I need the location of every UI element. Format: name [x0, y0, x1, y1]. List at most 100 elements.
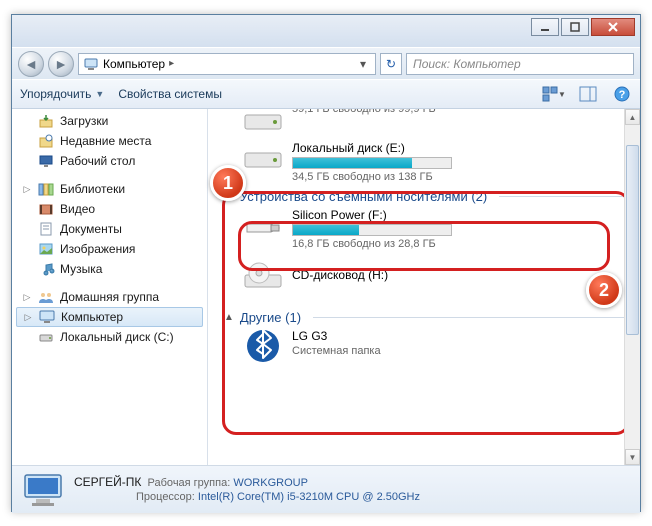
drive-item-cd[interactable]: CD-дисковод (H:) — [208, 258, 640, 296]
sidebar-item-pictures[interactable]: Изображения — [12, 239, 207, 259]
video-icon — [38, 201, 54, 217]
documents-icon — [38, 221, 54, 237]
scroll-thumb[interactable] — [626, 145, 639, 335]
drive-name: CD-дисковод (H:) — [292, 268, 388, 282]
sidebar-item-video[interactable]: Видео — [12, 199, 207, 219]
drive-icon — [242, 109, 284, 137]
sidebar-label: Музыка — [60, 262, 102, 276]
sidebar-item-local-c[interactable]: Локальный диск (C:) — [12, 327, 207, 347]
scroll-down-button[interactable]: ▼ — [625, 449, 640, 465]
device-item-lg[interactable]: LG G3 Системная папка — [208, 327, 640, 365]
chevron-down-icon: ▼ — [95, 89, 104, 99]
sidebar-item-computer[interactable]: ▷ Компьютер — [16, 307, 203, 327]
sidebar-item-homegroup[interactable]: ▷ Домашняя группа — [12, 287, 207, 307]
expand-icon[interactable]: ▷ — [23, 312, 33, 323]
desktop-icon — [38, 153, 54, 169]
drive-item-partial[interactable]: 59,1 ГБ свободно из 99,9 ГБ — [208, 109, 640, 139]
cd-drive-icon — [242, 260, 284, 294]
maximize-button[interactable] — [561, 18, 589, 36]
organize-button[interactable]: Упорядочить▼ — [20, 87, 104, 101]
group-removable[interactable]: ▲ Устройства со съемными носителями (2) — [208, 185, 640, 206]
sidebar-label: Документы — [60, 222, 122, 236]
recent-icon — [38, 133, 54, 149]
homegroup-icon — [38, 289, 54, 305]
drive-icon — [242, 141, 284, 175]
bluetooth-icon — [242, 329, 284, 363]
address-text: Компьютер — [103, 57, 165, 71]
minimize-button[interactable] — [531, 18, 559, 36]
breadcrumb-arrow-icon[interactable]: ▸ — [169, 58, 174, 69]
forward-button[interactable]: ► — [48, 51, 74, 77]
device-sub: Системная папка — [292, 345, 381, 357]
system-properties-button[interactable]: Свойства системы — [118, 87, 222, 101]
scroll-up-button[interactable]: ▲ — [625, 109, 640, 125]
sidebar-label: Домашняя группа — [60, 290, 159, 304]
sidebar-item-downloads[interactable]: Загрузки — [12, 111, 207, 131]
workgroup-value: WORKGROUP — [233, 477, 308, 489]
nav-row: ◄ ► Компьютер ▸ ▾ ↻ Поиск: Компьютер — [12, 47, 640, 79]
pictures-icon — [38, 241, 54, 257]
titlebar — [12, 15, 640, 47]
device-name: LG G3 — [292, 329, 381, 343]
expand-icon[interactable]: ▷ — [22, 292, 32, 303]
sidebar-item-documents[interactable]: Документы — [12, 219, 207, 239]
group-line — [499, 196, 640, 197]
sidebar-label: Локальный диск (C:) — [60, 330, 174, 344]
computer-icon — [39, 309, 55, 325]
computer-large-icon — [22, 471, 64, 509]
help-button[interactable]: ? — [612, 84, 632, 104]
preview-pane-button[interactable] — [578, 84, 598, 104]
drive-name: Локальный диск (E:) — [292, 141, 452, 155]
group-title: Другие (1) — [240, 310, 301, 325]
cpu-value: Intel(R) Core(TM) i5-3210M CPU @ 2.50GHz — [198, 491, 420, 503]
toolbar: Упорядочить▼ Свойства системы ▼ ? — [12, 79, 640, 109]
computer-icon — [83, 56, 99, 72]
drive-item-e[interactable]: Локальный диск (E:) 34,5 ГБ свободно из … — [208, 139, 640, 185]
group-other[interactable]: ▲ Другие (1) — [208, 306, 640, 327]
cpu-label: Процессор: — [136, 491, 195, 503]
navigation-pane: Загрузки Недавние места Рабочий стол ▷ Би… — [12, 109, 208, 465]
sidebar-label: Недавние места — [60, 134, 151, 148]
status-text: СЕРГЕЙ-ПК Рабочая группа: WORKGROUP Проц… — [74, 475, 420, 505]
scroll-track[interactable] — [625, 125, 640, 449]
explorer-window: ◄ ► Компьютер ▸ ▾ ↻ Поиск: Компьютер Упо… — [11, 14, 641, 512]
sidebar-label: Загрузки — [60, 114, 108, 128]
refresh-button[interactable]: ↻ — [380, 53, 402, 75]
drive-free-text: 59,1 ГБ свободно из 99,9 ГБ — [292, 109, 436, 115]
group-title: Устройства со съемными носителями (2) — [240, 189, 487, 204]
sidebar-item-desktop[interactable]: Рабочий стол — [12, 151, 207, 171]
drive-name: Silicon Power (F:) — [292, 208, 452, 222]
workgroup-label: Рабочая группа: — [148, 477, 231, 489]
sidebar-label: Рабочий стол — [60, 154, 135, 168]
back-button[interactable]: ◄ — [18, 51, 44, 77]
sidebar-label: Библиотеки — [60, 182, 125, 196]
drive-free-text: 34,5 ГБ свободно из 138 ГБ — [292, 171, 452, 183]
sidebar-label: Изображения — [60, 242, 135, 256]
annotation-badge-1: 1 — [210, 165, 246, 201]
search-input[interactable]: Поиск: Компьютер — [406, 53, 634, 75]
capacity-bar — [292, 224, 452, 236]
sidebar-item-recent[interactable]: Недавние места — [12, 131, 207, 151]
sidebar-item-music[interactable]: Музыка — [12, 259, 207, 279]
svg-text:?: ? — [619, 89, 626, 101]
group-line — [313, 317, 640, 318]
address-dropdown-icon[interactable]: ▾ — [355, 57, 371, 71]
sidebar-item-libraries[interactable]: ▷ Библиотеки — [12, 179, 207, 199]
view-change-button[interactable]: ▼ — [544, 84, 564, 104]
drive-item-f[interactable]: Silicon Power (F:) 16,8 ГБ свободно из 2… — [208, 206, 640, 252]
pc-name: СЕРГЕЙ-ПК — [74, 475, 141, 489]
expand-icon[interactable]: ▷ — [22, 184, 32, 195]
vertical-scrollbar[interactable]: ▲ ▼ — [624, 109, 640, 465]
libraries-icon — [38, 181, 54, 197]
close-button[interactable] — [591, 18, 635, 36]
sidebar-label: Компьютер — [61, 310, 123, 324]
capacity-bar — [292, 157, 452, 169]
search-placeholder: Поиск: Компьютер — [413, 57, 521, 71]
collapse-icon[interactable]: ▲ — [224, 312, 234, 323]
sidebar-label: Видео — [60, 202, 95, 216]
content-pane: 59,1 ГБ свободно из 99,9 ГБ Локальный ди… — [208, 109, 640, 465]
body: Загрузки Недавние места Рабочий стол ▷ Би… — [12, 109, 640, 465]
address-bar[interactable]: Компьютер ▸ ▾ — [78, 53, 376, 75]
drive-free-text: 16,8 ГБ свободно из 28,8 ГБ — [292, 238, 452, 250]
details-pane: СЕРГЕЙ-ПК Рабочая группа: WORKGROUP Проц… — [12, 465, 640, 513]
